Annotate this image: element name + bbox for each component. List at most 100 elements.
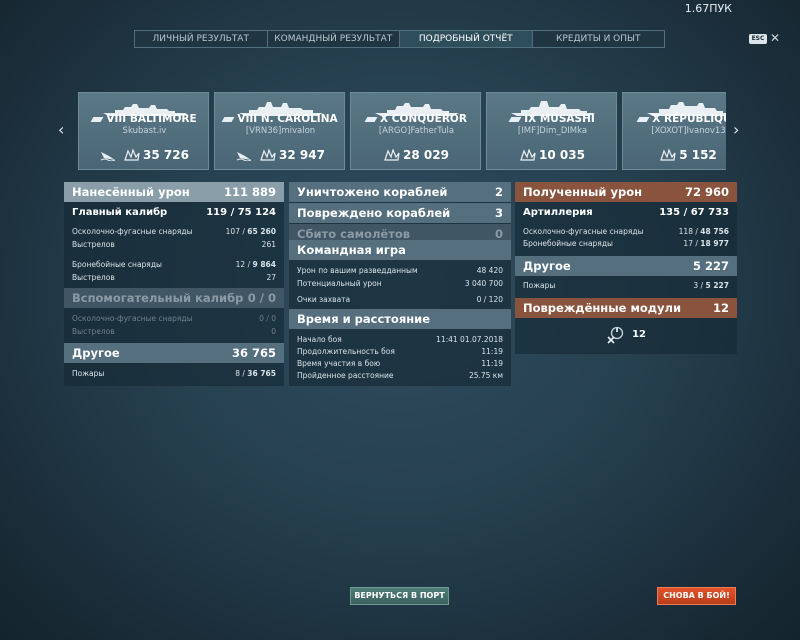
artillery-damage: 67 733 [690, 206, 729, 218]
ships-destroyed-value: 2 [494, 185, 503, 199]
damaged-modules-header: Повреждённые модули 12 [515, 298, 737, 318]
main-battery-hits: 119 / [206, 206, 235, 218]
tab-detailed-report[interactable]: ПОДРОБНЫЙ ОТЧЁТ [400, 31, 533, 47]
ships-damaged-header: Повреждено кораблей 3 [289, 203, 511, 223]
time-distance-header: Время и расстояние [289, 309, 511, 329]
ship-class-icon [90, 116, 104, 122]
artillery-value: 135 / 67 733 [659, 207, 729, 218]
card-stats: 5 152 [623, 148, 726, 162]
time-distance-label: Время и расстояние [297, 312, 431, 326]
ship-card[interactable]: IX MUSASHI [IMF]Dim_DIMka 10 035 [486, 92, 617, 170]
battle-start-value: 11:41 01.07.2018 [436, 334, 503, 344]
ship-card[interactable]: VIII BALTIMORE Skubast.iv 35 726 [78, 92, 209, 170]
ap-shells-hits: 12 / [235, 259, 251, 269]
fires-label: Пожары [72, 368, 105, 378]
received-fires-hits: 3 / [693, 280, 704, 290]
damage-received-label: Полученный урон [523, 185, 643, 199]
fires-damage: 36 765 [247, 368, 276, 378]
ships-destroyed-header: Уничтожено кораблей 2 [289, 182, 511, 202]
ships-damaged-label: Повреждено кораблей [297, 206, 451, 220]
return-to-port-button[interactable]: ВЕРНУТЬСЯ В ПОРТ [350, 587, 449, 605]
damage-dealt-panel: Нанесённый урон 111 889 Главный калибр 1… [64, 182, 284, 386]
version-label: 1.67ПУК [684, 2, 732, 15]
damage-icon [124, 149, 140, 161]
damage-icon [660, 149, 676, 161]
tab-credits-xp[interactable]: КРЕДИТЫ И ОПЫТ [533, 31, 665, 47]
card-stats: 35 726 [79, 148, 210, 162]
ship-damage-value: 32 947 [279, 148, 325, 162]
teamplay-header: Командная игра [289, 240, 511, 260]
ship-card[interactable]: X CONQUEROR [ARGO]FatherTula 28 029 [350, 92, 481, 170]
secondary-battery-value: 0 / 0 [247, 291, 276, 305]
main-battery-value: 119 / 75 124 [206, 207, 276, 218]
participation-time-row: Время участия в бою 11:19 [289, 357, 511, 369]
sunk-ship-icon [100, 152, 116, 161]
ap-shots-row: Выстрелов 27 [64, 271, 284, 283]
ap-shots-value: 27 [266, 272, 276, 282]
tab-team-result[interactable]: КОМАНДНЫЙ РЕЗУЛЬТАТ [268, 31, 400, 47]
battle-again-button[interactable]: СНОВА В БОЙ! [657, 587, 736, 605]
close-icon[interactable]: ✕ [770, 31, 780, 45]
esc-key-hint: ESC [749, 34, 767, 44]
damaged-modules-value: 12 [712, 301, 729, 315]
tab-personal-result[interactable]: ЛИЧНЫЙ РЕЗУЛЬТАТ [135, 31, 268, 47]
received-fires-label: Пожары [523, 280, 556, 290]
he-shells-damage: 65 260 [247, 226, 276, 236]
distance-value: 25.75 км [468, 370, 503, 380]
ship-damage: 5 152 [660, 148, 717, 162]
secondary-he-label: Осколочно-фугасные снаряды [72, 313, 193, 323]
secondary-battery-label: Вспомогательный калибр [72, 291, 244, 305]
battle-start-row: Начало боя 11:41 01.07.2018 [289, 333, 511, 345]
chevron-left-icon[interactable]: ‹ [58, 120, 64, 139]
ship-name: X CONQUEROR [351, 113, 482, 125]
received-other-value: 5 227 [692, 259, 729, 273]
player-name: [ARGO]FatherTula [378, 126, 455, 136]
card-stats: 10 035 [487, 148, 618, 162]
player-name: [VRN36]mivalon [245, 126, 316, 136]
player-name: [IMF]Dim_DIMka [517, 126, 588, 136]
damage-icon [384, 149, 400, 161]
player-name: Skubast.iv [122, 126, 167, 136]
ship-class-icon [364, 116, 378, 122]
he-shots-row: Выстрелов 261 [64, 238, 284, 250]
spotting-damage-label: Урон по вашим разведданным [297, 265, 418, 275]
sunk-ship-icon [236, 152, 252, 161]
he-shells-label: Осколочно-фугасные снаряды [72, 226, 193, 236]
ap-shells-label: Бронебойные снаряды [72, 259, 162, 269]
ship-name-text: IX MUSASHI [524, 113, 595, 125]
capture-points-row: Очки захвата 0 / 120 [289, 293, 511, 305]
ap-shells-damage: 9 864 [252, 259, 277, 269]
artillery-hits: 135 / [659, 206, 688, 218]
he-shells-row: Осколочно-фугасные снаряды 107 / 65 260 [64, 225, 284, 237]
artillery-row: Артиллерия 135 / 67 733 [515, 204, 737, 220]
received-he-damage: 48 756 [700, 226, 729, 236]
ship-name-text: VIII N. CAROLINA [237, 113, 338, 125]
fires-hits: 8 / [235, 368, 245, 378]
potential-damage-row: Потенциальный урон 3 040 700 [289, 277, 511, 289]
ship-damage: 28 029 [384, 148, 449, 162]
received-other-header: Другое 5 227 [515, 256, 737, 276]
distance-label: Пройденное расстояние [297, 370, 394, 380]
ship-card[interactable]: VIII N. CAROLINA [VRN36]mivalon 32 947 [214, 92, 345, 170]
other-damage-value: 36 765 [231, 346, 276, 360]
ap-shells-value: 12 / 9 864 [236, 260, 276, 269]
fires-value: 8 / 36 765 [235, 369, 276, 378]
battle-stats-panel: Уничтожено кораблей 2 Повреждено корабле… [289, 182, 511, 386]
damaged-module-item: 12 [515, 324, 737, 345]
ship-name: VIII BALTIMORE [79, 113, 210, 125]
player-name: [XOXOT]Ivanov13 [651, 126, 726, 136]
ap-shells-row: Бронебойные снаряды 12 / 9 864 [64, 258, 284, 270]
ship-name: X RÉPUBLIQUE [623, 113, 726, 125]
battle-duration-value: 11:19 [481, 346, 503, 356]
ship-damage-value: 5 152 [679, 148, 717, 162]
damage-received-panel: Полученный урон 72 960 Артиллерия 135 / … [515, 182, 737, 354]
ship-damage-value: 28 029 [403, 148, 449, 162]
damage-icon [520, 149, 536, 161]
main-battery-damage: 75 124 [237, 206, 276, 218]
he-shells-hits: 107 / [225, 226, 245, 236]
ship-card[interactable]: X RÉPUBLIQUE [XOXOT]Ivanov13 5 152 [622, 92, 726, 170]
ship-class-icon [636, 116, 650, 122]
ship-name: IX MUSASHI [487, 113, 618, 125]
other-damage-header: Другое 36 765 [64, 343, 284, 363]
chevron-right-icon[interactable]: › [733, 120, 739, 139]
